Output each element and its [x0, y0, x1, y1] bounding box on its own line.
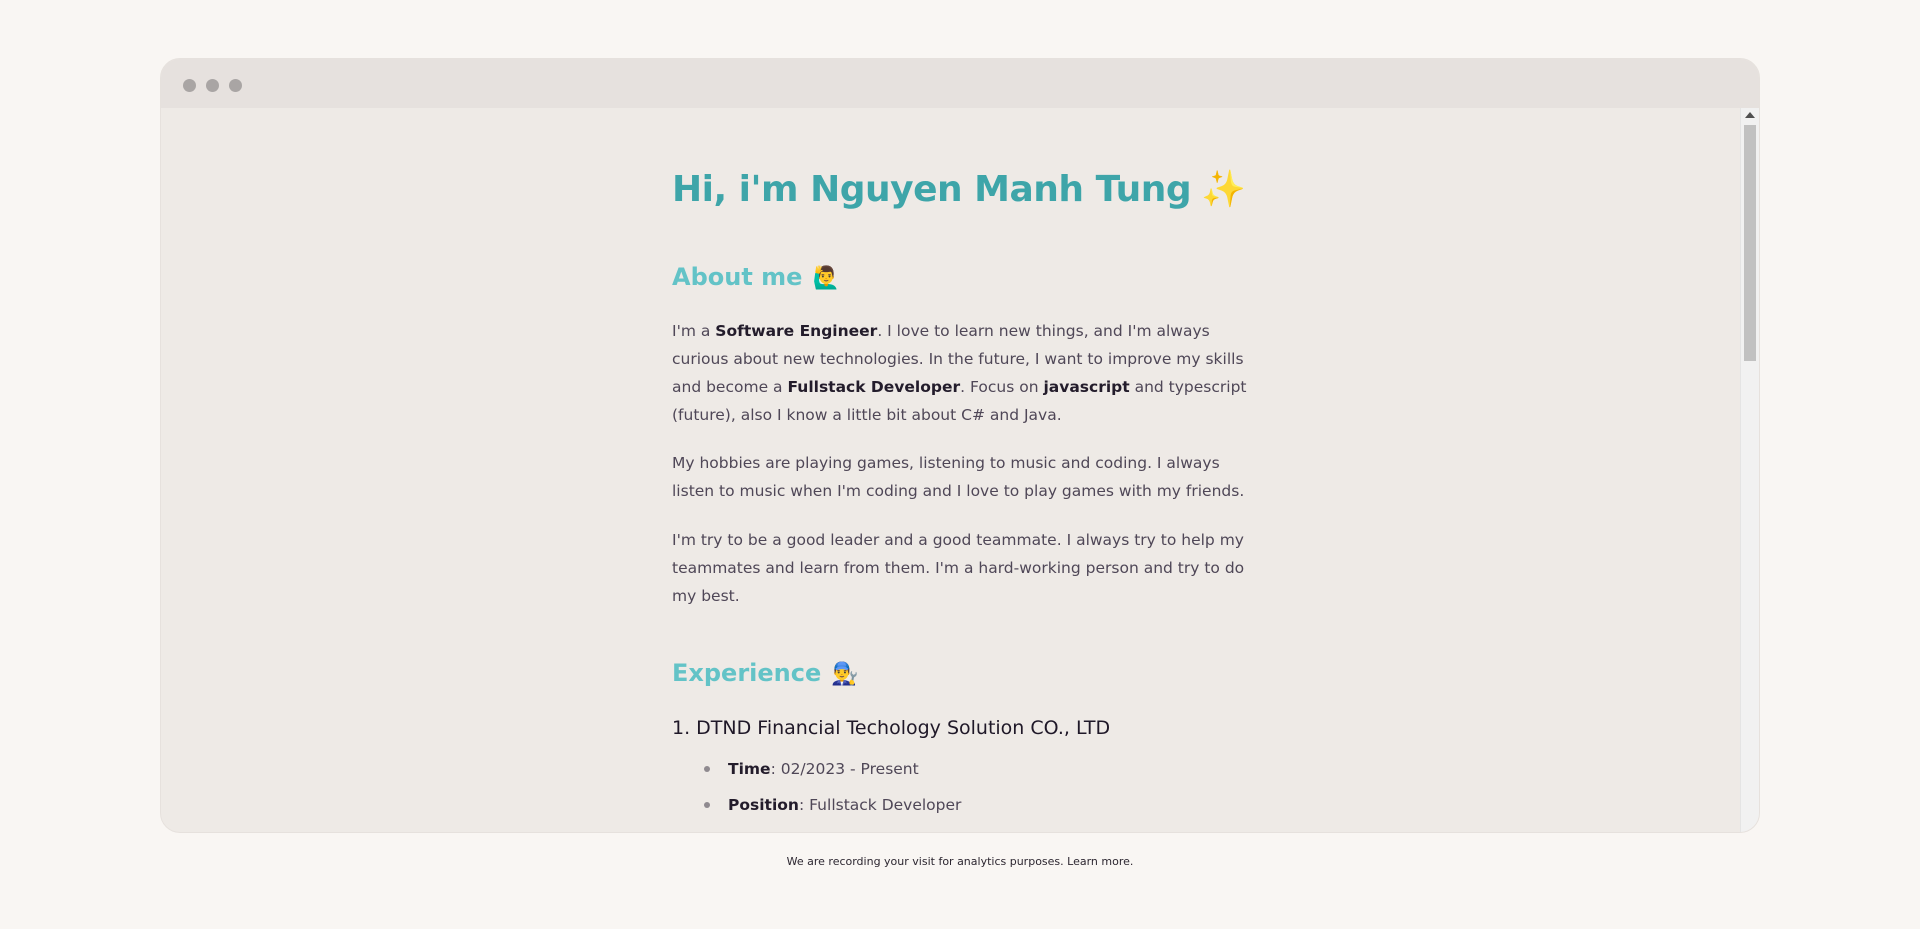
window-titlebar [161, 59, 1759, 108]
about-p1-bold-1: Software Engineer [715, 322, 878, 340]
about-p1-text-3: . Focus on [960, 378, 1044, 396]
scrollbar-thumb[interactable] [1744, 125, 1756, 361]
browser-window: Hi, i'm Nguyen Manh Tung ✨ About me 🙋‍♂️ I… [160, 58, 1760, 833]
list-item: Position: Fullstack Developer [672, 787, 961, 823]
job-title: 1. DTND Financial Techology Solution CO.… [672, 717, 1111, 739]
about-paragraph-3: I'm try to be a good leader and a good t… [672, 531, 1245, 605]
about-heading-text: About me [672, 263, 803, 291]
page-title-text: Hi, i'm Nguyen Manh Tung [672, 169, 1192, 210]
time-value: : 02/2023 - Present [770, 760, 919, 778]
window-dot-1 [183, 79, 196, 92]
page-title: Hi, i'm Nguyen Manh Tung ✨ [672, 168, 1246, 210]
experience-heading: Experience 👨‍🔧 [672, 659, 859, 687]
about-p1-bold-2: Fullstack Developer [787, 378, 961, 396]
vertical-scrollbar[interactable] [1740, 108, 1759, 832]
position-label: Position [728, 796, 799, 814]
about-paragraph-1: I'm a Software Engineer. I love to learn… [672, 317, 1247, 429]
mechanic-icon: 👨‍🔧 [831, 662, 859, 687]
about-paragraph-2: My hobbies are playing games, listening … [672, 454, 1245, 500]
job-details-list: Time: 02/2023 - Present Position: Fullst… [672, 751, 961, 823]
experience-heading-text: Experience [672, 659, 822, 687]
analytics-notice[interactable]: We are recording your visit for analytic… [0, 855, 1920, 868]
about-p1-text-1: I'm a [672, 322, 716, 340]
position-value: : Fullstack Developer [798, 796, 962, 814]
about-heading: About me 🙋‍♂️ [672, 263, 840, 291]
page-content: Hi, i'm Nguyen Manh Tung ✨ About me 🙋‍♂️ I… [161, 108, 1741, 832]
person-raising-hand-icon: 🙋‍♂️ [812, 266, 840, 291]
scroll-up-arrow-icon[interactable] [1745, 112, 1755, 118]
list-item: Time: 02/2023 - Present [672, 751, 961, 787]
sparkles-icon: ✨ [1201, 169, 1246, 210]
window-dot-2 [206, 79, 219, 92]
time-label: Time [728, 760, 771, 778]
about-p1-bold-3: javascript [1043, 378, 1130, 396]
window-dot-3 [229, 79, 242, 92]
